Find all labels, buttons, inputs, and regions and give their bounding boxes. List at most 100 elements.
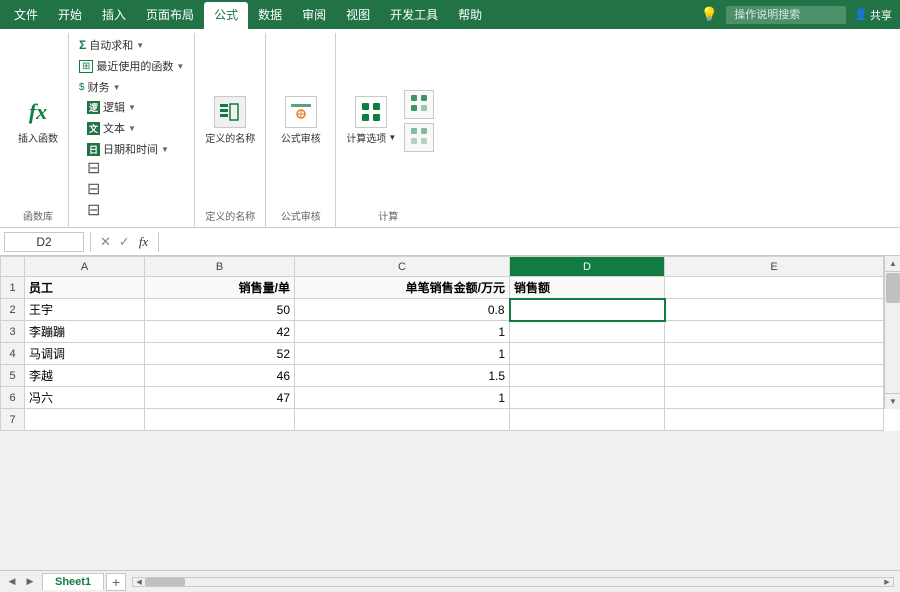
ribbon-body: fx 插入函数 函数库 Σ 自动求和 ▼ ⊞ 最近使用的函数 ▼ <box>0 29 900 228</box>
cell-E7[interactable] <box>665 409 884 431</box>
cell-B7[interactable] <box>145 409 295 431</box>
finance-btn[interactable]: $ 财务 ▼ <box>75 77 188 97</box>
vertical-scrollbar[interactable]: ▲ ▼ <box>884 256 900 409</box>
cell-A2[interactable]: 王宇 <box>25 299 145 321</box>
cell-B3[interactable]: 42 <box>145 321 295 343</box>
table-row: 4 马调调 52 1 <box>1 343 884 365</box>
col-header-B[interactable]: B <box>145 257 295 277</box>
cell-C5[interactable]: 1.5 <box>295 365 510 387</box>
cell-C1[interactable]: 单笔销售金额/万元 <box>295 277 510 299</box>
cell-A7[interactable] <box>25 409 145 431</box>
cell-E1[interactable] <box>665 277 884 299</box>
add-sheet-btn[interactable]: + <box>106 573 126 591</box>
cell-D1[interactable]: 销售额 <box>510 277 665 299</box>
cell-E2[interactable] <box>665 299 884 321</box>
calc-now-btn[interactable] <box>404 90 434 119</box>
cell-E4[interactable] <box>665 343 884 365</box>
calc-options-btn[interactable]: 计算选项 ▼ <box>342 92 400 149</box>
tab-developer[interactable]: 开发工具 <box>380 0 448 29</box>
tab-page-layout[interactable]: 页面布局 <box>136 0 204 29</box>
cell-A3[interactable]: 李蹦蹦 <box>25 321 145 343</box>
sheet-next-btn[interactable]: ▶ <box>22 574 38 590</box>
horizontal-scrollbar[interactable]: ◀ ▶ <box>132 577 894 587</box>
cell-C2[interactable]: 0.8 <box>295 299 510 321</box>
cell-B6[interactable]: 47 <box>145 387 295 409</box>
tab-view[interactable]: 视图 <box>336 0 380 29</box>
cell-A1[interactable]: 员工 <box>25 277 145 299</box>
formula-divider <box>90 232 91 252</box>
cell-C6[interactable]: 1 <box>295 387 510 409</box>
person-icon: 👤 <box>854 8 868 21</box>
cell-D7[interactable] <box>510 409 665 431</box>
tab-review[interactable]: 审阅 <box>292 0 336 29</box>
cell-A4[interactable]: 马调调 <box>25 343 145 365</box>
tab-data[interactable]: 数据 <box>248 0 292 29</box>
tab-insert[interactable]: 插入 <box>92 0 136 29</box>
cell-D4[interactable] <box>510 343 665 365</box>
h-scroll-left-btn[interactable]: ◀ <box>133 577 145 587</box>
row-header-2: 2 <box>1 299 25 321</box>
defined-names-btn[interactable]: 定义的名称 <box>201 92 259 149</box>
cell-E6[interactable] <box>665 387 884 409</box>
col-header-A[interactable]: A <box>25 257 145 277</box>
text-btn[interactable]: 文 文本 ▼ <box>83 118 173 138</box>
formula-input[interactable] <box>165 233 896 251</box>
cell-D6[interactable] <box>510 387 665 409</box>
tab-formula[interactable]: 公式 <box>204 2 248 29</box>
share-button[interactable]: 👤 共享 <box>854 7 892 23</box>
col-header-C[interactable]: C <box>295 257 510 277</box>
cell-E3[interactable] <box>665 321 884 343</box>
tab-start[interactable]: 开始 <box>48 0 92 29</box>
cell-C3[interactable]: 1 <box>295 321 510 343</box>
cell-A6[interactable]: 冯六 <box>25 387 145 409</box>
table-row: 5 李越 46 1.5 <box>1 365 884 387</box>
more-functions-btn1[interactable]: ⊟ <box>83 159 104 179</box>
datetime-btn[interactable]: 日 日期和时间 ▼ <box>83 139 173 159</box>
tab-file[interactable]: 文件 <box>4 0 48 29</box>
row-header-3: 3 <box>1 321 25 343</box>
name-box[interactable] <box>4 232 84 252</box>
ribbon-tab-bar: 文件 开始 插入 页面布局 公式 数据 审阅 视图 开发工具 帮助 <box>0 0 496 29</box>
recent-functions-btn[interactable]: ⊞ 最近使用的函数 ▼ <box>75 56 188 76</box>
search-input[interactable] <box>726 6 846 24</box>
insert-function-large-btn[interactable]: fx 插入函数 <box>18 96 58 145</box>
cell-B4[interactable]: 52 <box>145 343 295 365</box>
table-row: 2 王宇 50 0.8 <box>1 299 884 321</box>
cell-A5[interactable]: 李越 <box>25 365 145 387</box>
sheet-prev-btn[interactable]: ◀ <box>4 574 20 590</box>
cell-D3[interactable] <box>510 321 665 343</box>
formula-audit-btn[interactable]: 公式审核 <box>277 92 325 149</box>
tab-help[interactable]: 帮助 <box>448 0 492 29</box>
autosum-btn[interactable]: Σ 自动求和 ▼ <box>75 35 188 55</box>
h-scroll-right-btn[interactable]: ▶ <box>881 577 893 587</box>
function-library-label: 函数库 <box>23 206 53 225</box>
cell-B1[interactable]: 销售量/单 <box>145 277 295 299</box>
confirm-formula-btn[interactable]: ✓ <box>116 233 133 251</box>
table-row: 3 李蹦蹦 42 1 <box>1 321 884 343</box>
cell-B2[interactable]: 50 <box>145 299 295 321</box>
more-functions-btn2[interactable]: ⊟ <box>83 180 104 200</box>
cell-C7[interactable] <box>295 409 510 431</box>
cell-B5[interactable]: 46 <box>145 365 295 387</box>
calc-sheet-btn[interactable] <box>404 123 434 152</box>
cell-C4[interactable]: 1 <box>295 343 510 365</box>
more-functions-btn3[interactable]: ⊟ <box>83 201 104 221</box>
scroll-thumb[interactable] <box>886 273 900 303</box>
sheet-tab-sheet1[interactable]: Sheet1 <box>42 573 104 590</box>
logic-btn[interactable]: 逻 逻辑 ▼ <box>83 97 173 117</box>
scroll-up-btn[interactable]: ▲ <box>885 256 900 272</box>
col-header-E[interactable]: E <box>665 257 884 277</box>
ribbon: 文件 开始 插入 页面布局 公式 数据 审阅 视图 开发工具 帮助 💡 👤 共享 <box>0 0 900 228</box>
row-header-1: 1 <box>1 277 25 299</box>
formula-bar: ✕ ✓ fx <box>0 228 900 256</box>
col-header-D[interactable]: D <box>510 257 665 277</box>
cell-D5[interactable] <box>510 365 665 387</box>
sheet-nav-area: ◀ ▶ <box>0 574 42 590</box>
scroll-down-btn[interactable]: ▼ <box>885 393 900 409</box>
cell-D2[interactable] <box>510 299 665 321</box>
cancel-formula-btn[interactable]: ✕ <box>97 233 114 251</box>
sheet-tabs-area: Sheet1 <box>42 573 104 590</box>
cell-E5[interactable] <box>665 365 884 387</box>
h-scroll-thumb[interactable] <box>145 578 185 586</box>
table-row: 1 员工 销售量/单 单笔销售金额/万元 销售额 <box>1 277 884 299</box>
